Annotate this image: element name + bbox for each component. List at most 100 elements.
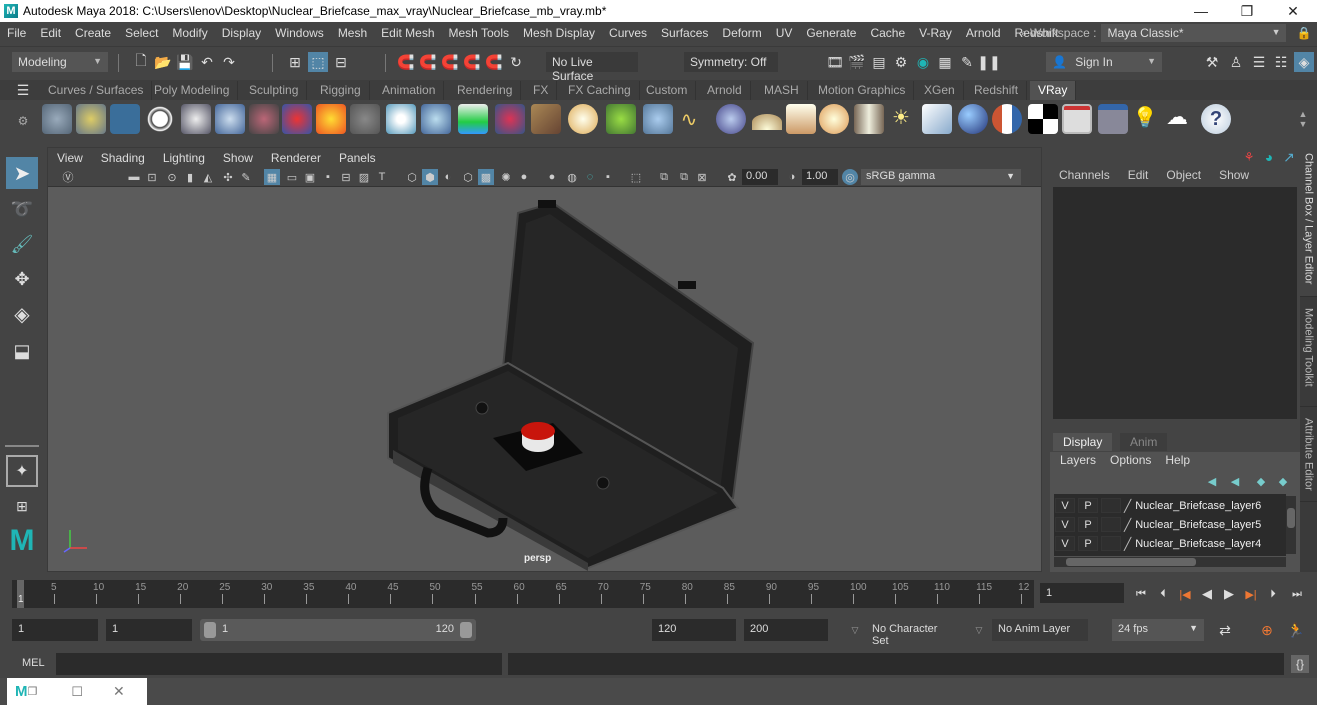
light-editor-icon[interactable]: ✎ <box>958 53 976 71</box>
vray-toggle-icon[interactable]: Ⓥ <box>60 169 76 185</box>
safe-action-icon[interactable]: ▨ <box>356 169 372 185</box>
save-scene-icon[interactable]: 💾 <box>176 53 194 71</box>
snap-view-plane-icon[interactable]: 🧲 <box>463 53 481 71</box>
close-icon[interactable]: ✕ <box>113 683 125 700</box>
current-frame-field[interactable]: 1 <box>1040 583 1124 603</box>
vray-clipper-icon[interactable] <box>643 104 673 134</box>
resolution-gate-icon[interactable]: ▣ <box>302 169 318 185</box>
vray-save-icon[interactable] <box>42 104 72 134</box>
new-layer-icon[interactable]: ◆ <box>1252 472 1270 490</box>
close-button[interactable]: ✕ <box>1270 0 1316 22</box>
minimized-window[interactable]: M ❐ ☐ ✕ <box>7 678 147 705</box>
undo-icon[interactable]: ↶ <box>198 53 216 71</box>
ipr-render-icon[interactable]: ▤ <box>870 53 888 71</box>
menu-edit[interactable]: Edit <box>33 26 68 40</box>
smooth-shade-icon[interactable]: ⬢ <box>422 169 438 185</box>
render-settings-icon[interactable]: ⚙ <box>892 53 910 71</box>
chevron-down-icon[interactable]: ▽ <box>970 621 988 639</box>
grid-toggle-icon[interactable]: ▦ <box>264 169 280 185</box>
move-layer-up-icon[interactable]: ◀ <box>1203 472 1221 490</box>
menu-cache[interactable]: Cache <box>863 26 912 40</box>
loop-icon[interactable]: ⇄ <box>1216 621 1234 639</box>
shelf-tab-xgen[interactable]: XGen <box>916 81 964 100</box>
menu-arnold[interactable]: Arnold <box>959 26 1008 40</box>
vray-sun-icon[interactable]: ☀ <box>892 107 910 129</box>
backface-icon[interactable]: ⊠ <box>694 169 710 185</box>
select-tool-icon[interactable]: ➤ <box>6 157 38 189</box>
shelf-settings-icon[interactable]: ⚙ <box>14 112 32 130</box>
wireframe-icon[interactable]: ⬡ <box>404 169 420 185</box>
shelf-tab-fx[interactable]: FX <box>525 81 558 100</box>
vray-mtl-icon[interactable] <box>992 104 1022 134</box>
layer-color-icon[interactable]: ╱ <box>1124 537 1131 551</box>
visibility-toggle[interactable]: V <box>1055 536 1075 551</box>
shelf-tab-redshift[interactable]: Redshift <box>966 81 1028 100</box>
menu-mesh-display[interactable]: Mesh Display <box>516 26 602 40</box>
vray-fur-icon[interactable] <box>606 104 636 134</box>
rotate-tool-icon[interactable]: ◈ <box>6 298 38 330</box>
vray-texture-icon[interactable] <box>531 104 561 134</box>
playback-toggle[interactable]: P <box>1078 517 1098 532</box>
step-forward-key-icon[interactable]: ▶| <box>1242 585 1260 603</box>
select-hierarchy-icon[interactable]: ⊞ <box>286 53 304 71</box>
vray-plane-icon[interactable] <box>922 104 952 134</box>
fps-dropdown[interactable]: 24 fps ▼ <box>1112 619 1204 641</box>
layer-row[interactable]: V P ╱ Nuclear_Briefcase_layer4 <box>1055 534 1283 553</box>
vray-light-lister-icon[interactable]: 💡 <box>1133 107 1158 129</box>
display-type-toggle[interactable] <box>1101 536 1121 551</box>
auto-key-icon[interactable]: ⊕ <box>1258 621 1276 639</box>
shelf-scroll-icon[interactable]: ▲ ▼ <box>1294 102 1312 136</box>
channel-menu-show[interactable]: Show <box>1210 167 1258 185</box>
bookmark-icon[interactable]: ▮ <box>182 169 198 185</box>
shelf-tab-rigging[interactable]: Rigging <box>312 81 370 100</box>
menu-modify[interactable]: Modify <box>165 26 214 40</box>
motion-blur-icon[interactable]: ◍ <box>564 169 580 185</box>
menu-vray[interactable]: V-Ray <box>912 26 959 40</box>
shelf-tab-curves-surfaces[interactable]: Curves / Surfaces <box>40 81 153 100</box>
workspace-dropdown[interactable]: Maya Classic* ▼ <box>1101 24 1287 42</box>
playback-end-field[interactable]: 120 <box>652 619 736 641</box>
shelf-menu-icon[interactable]: ☰ <box>14 81 32 99</box>
playback-start-field[interactable]: 1 <box>106 619 192 641</box>
layer-menu-help[interactable]: Help <box>1165 453 1190 467</box>
shelf-tab-motion-graphics[interactable]: Motion Graphics <box>810 81 915 100</box>
camera-select-icon[interactable]: ▬ <box>126 169 142 185</box>
script-editor-icon[interactable]: {} <box>1291 655 1309 673</box>
step-back-key-icon[interactable]: |◀ <box>1176 585 1194 603</box>
color-space-dropdown[interactable]: sRGB gamma ▼ <box>861 169 1021 185</box>
shelf-tab-rendering[interactable]: Rendering <box>449 81 522 100</box>
vray-vrscene-icon[interactable] <box>458 104 488 134</box>
speed-icon[interactable]: ◕ <box>1260 148 1278 166</box>
menu-deform[interactable]: Deform <box>715 26 768 40</box>
snap-point-icon[interactable]: 🧲 <box>441 53 459 71</box>
menu-curves[interactable]: Curves <box>602 26 654 40</box>
anti-aliasing-icon[interactable]: ◌ <box>582 169 598 185</box>
attribute-editor-icon[interactable]: ☰ <box>1250 53 1268 71</box>
animation-preferences-icon[interactable]: 🏃 <box>1287 621 1305 639</box>
camera-attributes-icon[interactable]: ⊙ <box>164 169 180 185</box>
side-tab-modeling-toolkit[interactable]: Modeling Toolkit <box>1300 302 1317 407</box>
live-surface-field[interactable]: No Live Surface <box>546 52 638 83</box>
lock-icon[interactable]: 🔒 <box>1296 26 1311 40</box>
menu-surfaces[interactable]: Surfaces <box>654 26 715 40</box>
vray-sphere-icon[interactable] <box>716 104 746 134</box>
shelf-tab-poly-modeling[interactable]: Poly Modeling <box>146 81 239 100</box>
snap-live-icon[interactable]: 🧲 <box>485 53 503 71</box>
viewport-menu-renderer[interactable]: Renderer <box>262 151 330 165</box>
vray-logo-icon[interactable] <box>145 104 175 134</box>
briefcase-model[interactable] <box>48 188 1041 571</box>
move-layer-down-icon[interactable]: ◀ <box>1226 472 1244 490</box>
menu-mesh[interactable]: Mesh <box>331 26 374 40</box>
2d-pan-zoom-icon[interactable]: ✣ <box>220 169 236 185</box>
shelf-tab-fx-caching[interactable]: FX Caching <box>560 81 640 100</box>
layer-menu-options[interactable]: Options <box>1110 453 1151 467</box>
vray-fire-icon[interactable] <box>316 104 346 134</box>
channel-menu-channels[interactable]: Channels <box>1050 167 1119 185</box>
character-controls-icon[interactable]: ♙ <box>1227 53 1245 71</box>
vray-frame-buffer-icon[interactable] <box>181 104 211 134</box>
render-view-icon[interactable]: 🎞 <box>826 53 844 71</box>
layer-name[interactable]: Nuclear_Briefcase_layer4 <box>1135 538 1261 550</box>
vray-cone-light-icon[interactable] <box>854 104 884 134</box>
restore-button[interactable]: ❐ <box>1224 0 1270 22</box>
viewport-menu-lighting[interactable]: Lighting <box>154 151 214 165</box>
